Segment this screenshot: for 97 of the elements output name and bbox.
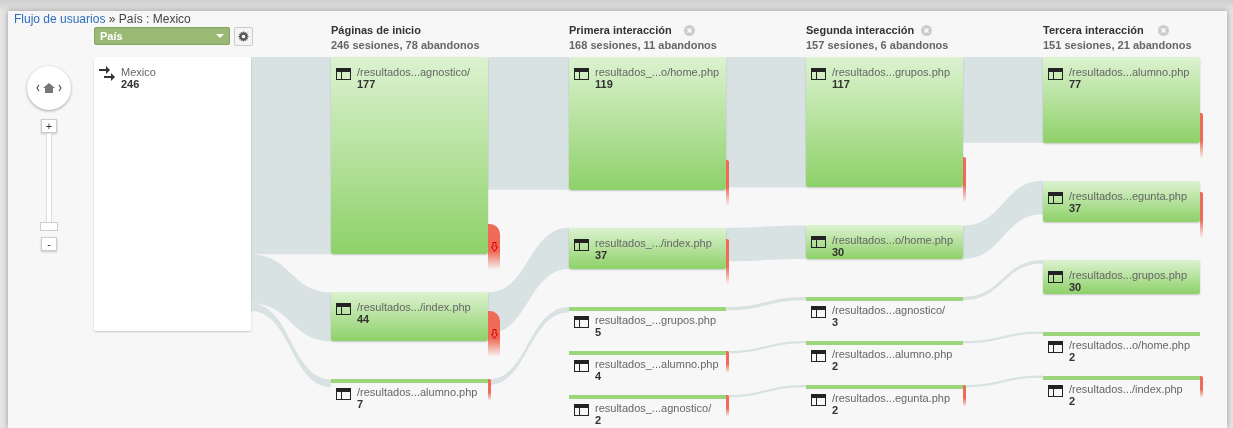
page-node[interactable]: [569, 350, 726, 355]
page-icon: [811, 236, 826, 249]
page-icon: [1048, 68, 1063, 80]
node-label: /resultados...grupos.php: [832, 66, 951, 78]
page-icon: [574, 359, 589, 372]
down-arrow-icon: [490, 242, 498, 253]
column-title: Primera interacción: [569, 24, 672, 36]
zoom-out-button[interactable]: -: [41, 237, 57, 251]
node-label: /resultados...o/home.php: [832, 234, 954, 247]
page-node[interactable]: [806, 384, 963, 389]
node-label: Mexico: [121, 66, 156, 78]
page-icon: [336, 303, 351, 316]
close-icon[interactable]: [921, 25, 932, 36]
node-label: /resultados...agnostico/: [832, 303, 946, 316]
breadcrumb-link[interactable]: Flujo de usuarios: [14, 12, 106, 26]
node-count: 37: [595, 248, 608, 261]
node-label: resultados_...o/home.php: [595, 66, 720, 78]
node-count: 77: [1069, 78, 1083, 90]
node-count: 3: [832, 315, 839, 328]
page-icon: [1048, 384, 1063, 397]
node-count: 2: [1069, 394, 1076, 407]
node-label: /resultados...alumno.php: [357, 386, 478, 399]
node-count: 4: [595, 369, 602, 382]
down-arrow-icon: [490, 329, 498, 340]
node-label: /resultados...grupos.php: [1069, 269, 1188, 282]
node-count: 2: [832, 359, 839, 372]
node-label: resultados_...agnostico/: [595, 401, 712, 414]
node-label: /resultados...egunta.php: [832, 391, 951, 404]
node-label: /resultados...alumno.php: [832, 347, 953, 360]
page-node[interactable]: [569, 306, 726, 311]
node-count: 37: [1069, 201, 1082, 214]
page-icon: [336, 68, 351, 80]
page-node[interactable]: [331, 292, 488, 342]
page-node[interactable]: [1043, 331, 1200, 336]
page-icon: [811, 68, 826, 80]
node-count: 2: [832, 403, 839, 416]
page-node[interactable]: [331, 57, 488, 255]
column-summary: 157 sesiones, 6 abandonos: [806, 39, 949, 51]
page-node[interactable]: [1043, 57, 1200, 143]
root-node[interactable]: [94, 57, 251, 332]
page-node[interactable]: [806, 225, 963, 259]
page-icon: [574, 315, 589, 328]
page-icon: [811, 349, 826, 362]
node-label: /resultados.../index.php: [1069, 382, 1183, 395]
node-count: 2: [595, 413, 602, 426]
page-icon: [574, 68, 589, 80]
breadcrumb: Flujo de usuarios » País : Mexico: [14, 12, 191, 26]
node-label: resultados_...grupos.php: [595, 313, 717, 326]
close-icon[interactable]: [1158, 25, 1169, 36]
column-title: Tercera interacción: [1043, 24, 1144, 36]
page-node[interactable]: [806, 340, 963, 345]
page-node[interactable]: [569, 227, 726, 269]
page-icon: [811, 393, 826, 406]
page-icon: [1048, 191, 1063, 204]
page-node[interactable]: [569, 394, 726, 399]
gear-icon: [238, 31, 249, 42]
node-label: resultados_...alumno.php: [595, 357, 719, 370]
node-label: /resultados...agnostico/: [357, 66, 471, 78]
node-count: 2: [1069, 350, 1076, 363]
node-label: /resultados...alumno.php: [1069, 66, 1190, 78]
page-node[interactable]: [331, 379, 488, 384]
page-icon: [336, 388, 351, 401]
node-label: /resultados.../index.php: [357, 301, 471, 314]
node-count: 177: [357, 78, 377, 90]
close-icon[interactable]: [684, 25, 695, 36]
page-node[interactable]: [569, 57, 726, 190]
page-node[interactable]: [1043, 180, 1200, 223]
column-title: Segunda interacción: [806, 24, 915, 36]
column-title: Páginas de inicio: [331, 24, 421, 36]
node-count: 5: [595, 325, 602, 338]
zoom-in-button[interactable]: +: [41, 119, 57, 133]
node-count: 30: [832, 246, 846, 259]
page-node[interactable]: [806, 57, 963, 188]
column-summary: 151 sesiones, 21 abandonos: [1043, 39, 1192, 51]
node-count: 7: [357, 398, 365, 411]
page-icon: [1048, 271, 1063, 284]
page-icon: [1048, 340, 1063, 353]
column-summary: 168 sesiones, 11 abandonos: [569, 39, 717, 51]
page-node[interactable]: [1043, 375, 1200, 380]
arrows-icon: [99, 66, 115, 82]
node-label: /resultados...o/home.php: [1069, 338, 1191, 351]
page-node[interactable]: [806, 296, 963, 301]
node-count: 119: [595, 78, 614, 90]
node-count: 246: [121, 78, 141, 90]
node-count: 30: [1069, 281, 1083, 294]
home-arrows-icon: [35, 82, 63, 94]
zoom-slider[interactable]: [40, 133, 58, 231]
page-icon: [811, 305, 826, 318]
node-label: resultados_.../index.php: [595, 236, 712, 249]
node-label: /resultados...egunta.php: [1069, 189, 1188, 202]
node-count: 117: [832, 78, 851, 90]
page-node[interactable]: [1043, 260, 1200, 294]
page-icon: [574, 238, 589, 251]
column-summary: 246 sesiones, 78 abandonos: [331, 39, 480, 51]
node-count: 44: [357, 313, 371, 326]
page-icon: [574, 403, 589, 416]
settings-button[interactable]: [234, 27, 253, 46]
